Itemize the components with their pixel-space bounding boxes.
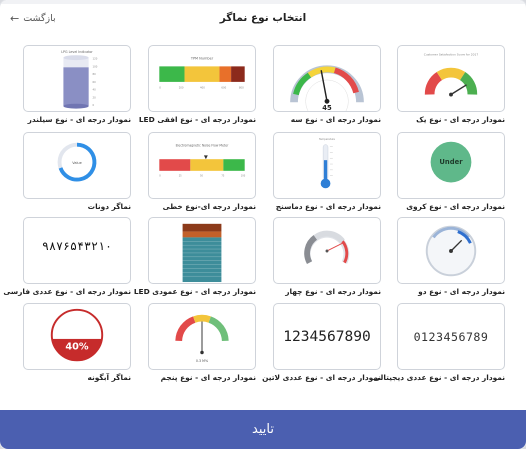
card-label: نمودار درجه ای - نوع عددی دیجیتالی [373,373,505,382]
linear-chart-title: Electromagnetic Noise Flow Meter [176,144,230,148]
cylinder-chart-icon[interactable]: LPG Level Indicator 120 100 80 60 40 20 0 [23,45,131,112]
svg-text:25: 25 [179,175,182,178]
card-gauge-type-4[interactable]: نمودار درجه ای - نوع چهار [273,217,381,296]
card-gauge-cylinder[interactable]: LPG Level Indicator 120 100 80 60 40 20 0 ن… [23,45,131,124]
svg-text:80: 80 [93,72,97,76]
card-label: نمودار درجه ای - نوع عددی لاتین [262,373,381,382]
svg-text:0: 0 [159,175,161,178]
gauge-bullet-chart-icon[interactable]: 0.3 M% [148,303,256,370]
svg-text:120: 120 [93,57,98,61]
svg-text:20: 20 [93,95,97,99]
card-label: نماگر دونات [87,202,131,211]
svg-text:40: 40 [93,88,97,92]
persian-digits-chart-icon[interactable]: ۹۸۷۶۵۴۳۲۱۰ [23,217,131,284]
chart-type-dialog: انتخاب نوع نماگر ← بازگشت Customer Satis… [0,0,526,449]
card-gauge-type-2[interactable]: نمودار درجه ای - نوع دو [397,217,505,296]
svg-text:0: 0 [159,86,161,90]
chart-type-grid: Customer Satisfaction Score for 2017 نمو… [0,0,526,400]
card-label: نمودار درجه ای - نوع یک [416,115,505,124]
svg-text:75: 75 [221,175,224,178]
svg-text:400: 400 [200,86,205,90]
gauge-semicircle-chart-icon[interactable]: Customer Satisfaction Score for 2017 [397,45,505,112]
card-label: نمودار درجه ای - نوع افقی LED [138,115,256,124]
linear-gauge-chart-icon[interactable]: Electromagnetic Noise Flow Meter 0 25 50 75… [148,132,256,199]
card-gauge-type-3[interactable]: 45 نمودار درجه ای - نوع سه [273,45,381,124]
gauge-value: 45 [322,104,332,111]
svg-text:200: 200 [179,86,184,90]
card-label: نمودار درجه ای - نوع دو [418,287,505,296]
card-digits-digital[interactable]: 0123456789 نمودار درجه ای - نوع عددی دیج… [373,303,505,382]
liquid-value: 40% [65,342,88,353]
card-gauge-type-5[interactable]: 0.3 M% نمودار درجه ای - نوع پنجم [148,303,256,382]
led-chart-title: TPM Number [190,57,214,61]
bullet-value: 0.3 M% [196,359,208,363]
digital-digits-chart-icon[interactable]: 0123456789 [397,303,505,370]
card-label: نمودار درجه ای - نوع سیلندر [27,115,131,124]
card-label: نمودار درجه ای - نوع پنجم [160,373,256,382]
card-label: نمودار درجه ای - نوع چهار [285,287,381,296]
card-gauge-led-vertical[interactable]: نمودار درجه ای - نوع عمودی LED [133,217,256,296]
horizontal-led-chart-icon[interactable]: TPM Number 0 200 400 600 800 [148,45,256,112]
sphere-value: Under [439,158,463,166]
svg-text:50: 50 [200,175,203,178]
scrollbar[interactable] [521,4,524,400]
latin-digits: 1234567890 [283,328,371,345]
latin-digits-chart-icon[interactable]: 1234567890 [273,303,381,370]
liquid-fill-chart-icon[interactable]: 40% [23,303,131,370]
confirm-button[interactable]: تایید [0,410,526,449]
card-label: نماگر آبگونه [87,373,131,382]
svg-text:600: 600 [221,86,226,90]
svg-text:0: 0 [93,103,95,107]
cylinder-chart-title: LPG Level Indicator [61,50,93,54]
svg-text:800: 800 [239,86,244,90]
card-label: نمودار درجه ای - نوع عمودی LED [133,287,256,296]
gauge-speedometer-chart-icon[interactable]: 45 [273,45,381,112]
card-gauge-led-horizontal[interactable]: TPM Number 0 200 400 600 800 نمودار درجه ای … [138,45,256,124]
card-label: نمودار درجه ای - نوع دماسنج [275,202,381,211]
donut-chart-icon[interactable]: Value [23,132,131,199]
persian-digits: ۹۸۷۶۵۴۳۲۱۰ [42,239,112,253]
circle-chart-icon[interactable]: Under [397,132,505,199]
gauge-dial-chart-icon[interactable] [397,217,505,284]
thermometer-chart-icon[interactable]: Temperature [273,132,381,199]
card-label: نمودار درجه ای - نوع سه [290,115,381,124]
donut-value: Value [72,161,82,165]
card-liquid[interactable]: 40% نماگر آبگونه [23,303,131,382]
card-label: نمودار درجه ای - نوع عددی فارسی [3,287,131,296]
card-gauge-type-1[interactable]: Customer Satisfaction Score for 2017 نمو… [397,45,505,124]
gauge-arc-chart-icon[interactable] [273,217,381,284]
vertical-led-chart-icon[interactable] [148,217,256,284]
card-label: نمودار درجه ای-نوع خطی [162,202,256,211]
digital-digits: 0123456789 [414,330,489,344]
card-gauge-linear[interactable]: Electromagnetic Noise Flow Meter 0 25 50 75… [148,132,256,211]
card-gauge-sphere[interactable]: Under نمودار درجه ای - نوع کروی [397,132,505,211]
card-gauge-thermometer[interactable]: Temperature نمودار درجه ای - نوع دماسنج [273,132,381,211]
svg-text:60: 60 [93,80,97,84]
svg-text:Temperature: Temperature [319,137,335,141]
card-label: نمودار درجه ای - نوع کروی [406,202,505,211]
card-donut[interactable]: Value نماگر دونات [23,132,131,211]
svg-text:Customer Satisfaction Score fo: Customer Satisfaction Score for 2017 [424,53,479,57]
card-digits-latin[interactable]: 1234567890 نمودار درجه ای - نوع عددی لات… [262,303,381,382]
svg-text:100: 100 [241,175,246,178]
svg-text:100: 100 [93,64,98,68]
card-digits-persian[interactable]: ۹۸۷۶۵۴۳۲۱۰ نمودار درجه ای - نوع عددی فار… [3,217,131,296]
